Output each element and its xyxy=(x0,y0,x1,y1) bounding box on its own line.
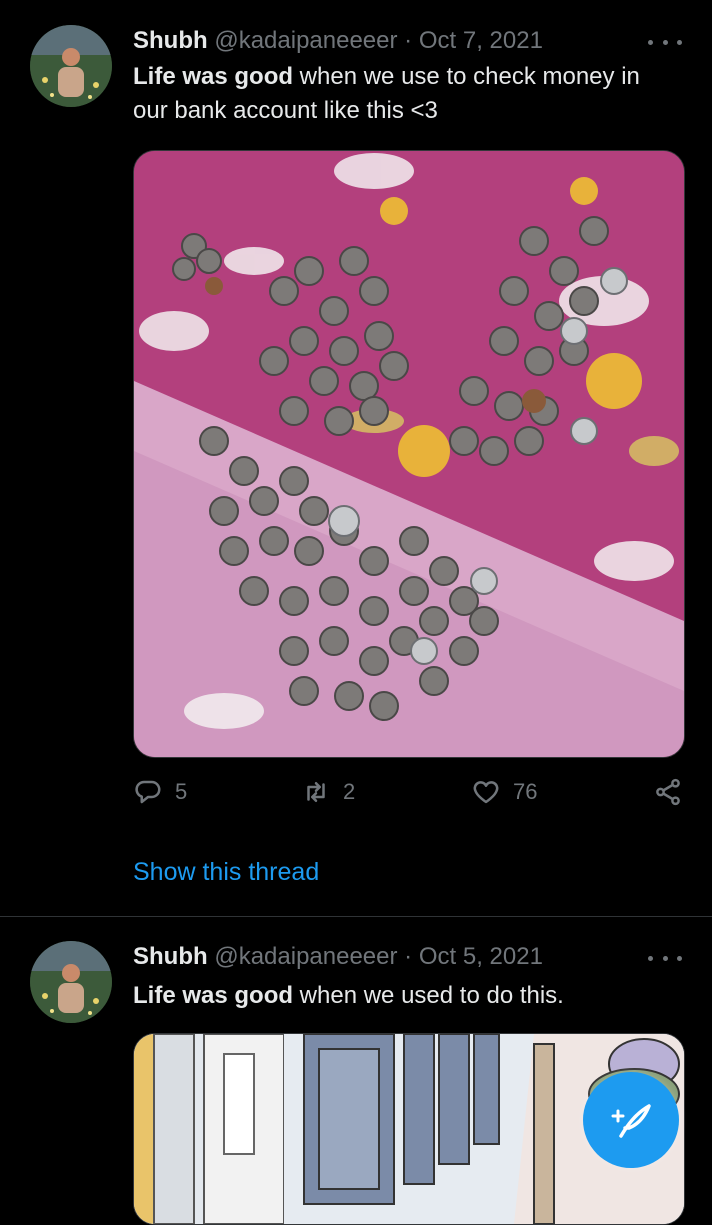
tweet-actions: 5 2 76 xyxy=(133,777,683,817)
heart-icon xyxy=(473,781,499,804)
tweet-image[interactable] xyxy=(133,150,685,758)
show-thread-link[interactable]: Show this thread xyxy=(133,858,319,887)
more-icon[interactable] xyxy=(648,948,682,968)
tweet-header: Shubh @kadaipaneeeer · Oct 7, 2021 xyxy=(133,27,543,55)
display-name[interactable]: Shubh xyxy=(133,943,208,970)
share-icon xyxy=(656,778,680,806)
retweet-button[interactable]: 2 xyxy=(301,777,355,807)
handle[interactable]: @kadaipaneeeer xyxy=(214,27,397,54)
like-button[interactable]: 76 xyxy=(471,777,537,807)
reply-icon xyxy=(135,780,161,804)
reply-button[interactable]: 5 xyxy=(133,777,187,807)
retweet-count: 2 xyxy=(343,779,356,804)
like-count: 76 xyxy=(513,779,538,804)
tweet-text-rest: when we used to do this. xyxy=(293,982,564,1009)
tweet-date[interactable]: Oct 7, 2021 xyxy=(419,27,543,54)
coins-photo xyxy=(134,151,684,757)
avatar[interactable] xyxy=(30,941,112,1023)
display-name[interactable]: Shubh xyxy=(133,27,208,54)
handle[interactable]: @kadaipaneeeer xyxy=(214,943,397,970)
separator: · xyxy=(404,943,413,970)
separator: · xyxy=(404,27,413,54)
tweet-text-bold: Life was good xyxy=(133,982,294,1009)
retweet-icon xyxy=(307,782,325,802)
tweet-text: Life was good when we use to check money… xyxy=(133,60,678,128)
compose-tweet-icon xyxy=(611,1104,651,1138)
compose-tweet-button[interactable] xyxy=(583,1072,679,1168)
tweet-text-bold: Life was good xyxy=(133,63,294,90)
tweet-1[interactable]: Shubh @kadaipaneeeer · Oct 7, 2021 Life … xyxy=(0,0,712,916)
more-icon[interactable] xyxy=(648,32,682,52)
avatar-image xyxy=(30,941,112,1023)
reply-count: 5 xyxy=(175,779,188,804)
avatar-image xyxy=(30,25,112,107)
tweet-date[interactable]: Oct 5, 2021 xyxy=(419,943,543,970)
avatar[interactable] xyxy=(30,25,112,107)
tweet-header: Shubh @kadaipaneeeer · Oct 5, 2021 xyxy=(133,943,543,971)
tweet-text: Life was good when we used to do this. xyxy=(133,979,678,1013)
share-button[interactable] xyxy=(653,777,683,807)
